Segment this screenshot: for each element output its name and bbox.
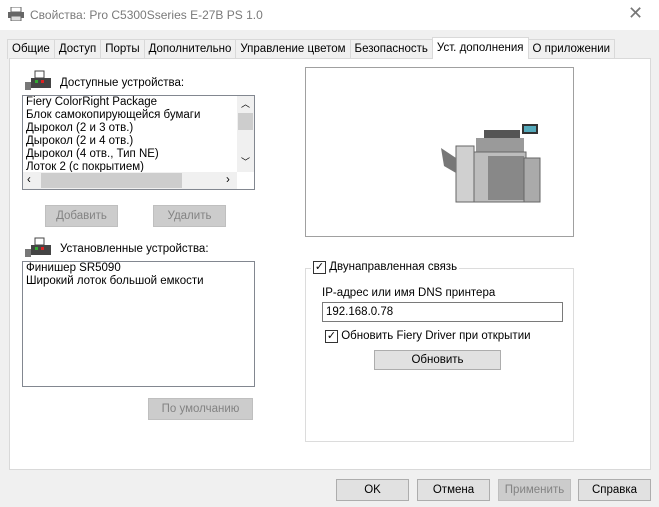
tab-about[interactable]: О приложении bbox=[527, 39, 616, 59]
scroll-right-icon[interactable]: › bbox=[226, 174, 230, 187]
ip-label: IP-адрес или имя DNS принтера bbox=[322, 287, 496, 299]
printer-image bbox=[441, 124, 541, 203]
help-button[interactable]: Справка bbox=[578, 479, 651, 501]
update-button[interactable]: Обновить bbox=[374, 350, 501, 370]
vertical-scrollbar[interactable]: ︿ ﹀ bbox=[237, 96, 254, 172]
horizontal-scrollbar[interactable]: ‹ › bbox=[23, 172, 237, 189]
remove-button[interactable]: Удалить bbox=[153, 205, 226, 227]
list-item[interactable]: Дырокол (2 и 3 отв.) bbox=[23, 122, 254, 135]
title-bar: Свойства: Pro C5300Sseries E-27B PS 1.0 … bbox=[0, 0, 659, 30]
printer-icon bbox=[8, 7, 24, 21]
ok-button[interactable]: OK bbox=[336, 479, 409, 501]
available-devices-label: Доступные устройства: bbox=[60, 77, 185, 89]
update-on-open-checkbox[interactable]: ✓ bbox=[325, 330, 338, 343]
scroll-thumb[interactable] bbox=[41, 173, 182, 188]
available-devices-list[interactable]: Fiery ColorRight Package Блок самокопиру… bbox=[22, 95, 255, 190]
list-item[interactable]: Дырокол (4 отв., Тип NE) bbox=[23, 148, 254, 161]
list-item[interactable]: Широкий лоток большой емкости bbox=[23, 275, 254, 288]
installed-devices-list[interactable]: Финишер SR5090 Широкий лоток большой емк… bbox=[22, 261, 255, 387]
printer-device-icon bbox=[25, 237, 51, 257]
scroll-thumb[interactable] bbox=[238, 113, 253, 130]
tab-advanced[interactable]: Дополнительно bbox=[143, 39, 237, 59]
scroll-down-icon[interactable]: ﹀ bbox=[241, 156, 250, 169]
list-item[interactable]: Fiery ColorRight Package bbox=[23, 96, 254, 109]
scroll-up-icon[interactable]: ︿ bbox=[241, 98, 250, 111]
tab-bar: Общие Доступ Порты Дополнительно Управле… bbox=[7, 37, 616, 59]
bidirectional-checkbox[interactable]: ✓ bbox=[313, 261, 326, 274]
window-title: Свойства: Pro C5300Sseries E-27B PS 1.0 bbox=[30, 8, 263, 22]
update-on-open-row[interactable]: ✓ Обновить Fiery Driver при открытии bbox=[325, 330, 531, 343]
cancel-button[interactable]: Отмена bbox=[417, 479, 490, 501]
tab-general[interactable]: Общие bbox=[7, 39, 55, 59]
printer-device-icon bbox=[25, 70, 51, 90]
apply-button[interactable]: Применить bbox=[498, 479, 571, 501]
close-button[interactable]: ✕ bbox=[628, 3, 643, 24]
scroll-left-icon[interactable]: ‹ bbox=[27, 174, 31, 187]
update-on-open-label: Обновить Fiery Driver при открытии bbox=[341, 330, 531, 342]
tab-color[interactable]: Управление цветом bbox=[235, 39, 351, 59]
bidirectional-checkbox-row[interactable]: ✓ Двунаправленная связь bbox=[311, 261, 460, 274]
list-item[interactable]: Финишер SR5090 bbox=[23, 262, 254, 275]
list-item[interactable]: Блок самокопирующейся бумаги bbox=[23, 109, 254, 122]
tab-security[interactable]: Безопасность bbox=[349, 39, 433, 59]
printer-preview bbox=[305, 67, 574, 237]
installed-devices-label: Установленные устройства: bbox=[60, 243, 209, 255]
list-item[interactable]: Дырокол (2 и 4 отв.) bbox=[23, 135, 254, 148]
tab-accessories[interactable]: Уст. дополнения bbox=[431, 37, 529, 59]
set-default-button[interactable]: По умолчанию bbox=[148, 398, 253, 420]
bidirectional-label: Двунаправленная связь bbox=[329, 261, 458, 273]
add-button[interactable]: Добавить bbox=[45, 205, 118, 227]
ip-input[interactable]: 192.168.0.78 bbox=[322, 302, 563, 322]
tab-access[interactable]: Доступ bbox=[53, 39, 102, 59]
tab-ports[interactable]: Порты bbox=[100, 39, 145, 59]
